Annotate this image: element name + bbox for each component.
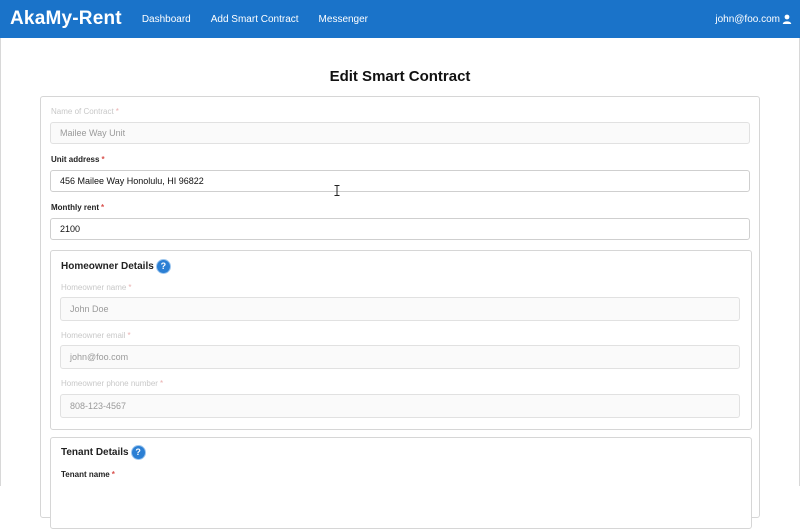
- nav-dashboard[interactable]: Dashboard: [142, 14, 191, 25]
- homeowner-details-section: Homeowner Details ? Homeowner name * John…: [50, 250, 752, 430]
- contract-name-label: Name of Contract *: [51, 107, 119, 116]
- contract-form-card: Name of Contract * Mailee Way Unit Unit a…: [40, 96, 760, 529]
- required-marker: *: [127, 331, 131, 340]
- question-circle-icon[interactable]: ?: [156, 260, 170, 273]
- homeowner-details-title: Homeowner Details ?: [61, 260, 170, 273]
- homeowner-email-label: Homeowner email *: [61, 331, 131, 340]
- question-circle-icon[interactable]: ?: [131, 446, 145, 459]
- homeowner-email-field: john@foo.com: [60, 345, 740, 369]
- top-navbar: AkaMy-Rent Dashboard Add Smart Contract …: [0, 0, 800, 38]
- tenant-details-section: Tenant Details ? Tenant name *: [50, 437, 752, 529]
- user-icon: [782, 14, 792, 24]
- page-title: Edit Smart Contract: [329, 68, 471, 85]
- required-marker: *: [101, 155, 105, 164]
- text-cursor-icon: [334, 185, 340, 196]
- homeowner-name-label: Homeowner name *: [61, 283, 132, 292]
- required-marker: *: [101, 203, 105, 212]
- nav-messenger[interactable]: Messenger: [319, 14, 368, 25]
- required-marker: *: [111, 470, 115, 479]
- user-menu[interactable]: john@foo.com: [715, 0, 792, 38]
- required-marker: *: [115, 107, 119, 116]
- brand-logo[interactable]: AkaMy-Rent: [10, 8, 122, 30]
- tenant-name-label: Tenant name *: [61, 470, 115, 479]
- homeowner-phone-field: 808-123-4567: [60, 394, 740, 418]
- required-marker: *: [128, 283, 132, 292]
- monthly-rent-field[interactable]: 2100: [50, 218, 750, 240]
- nav-add-smart-contract[interactable]: Add Smart Contract: [211, 14, 299, 25]
- required-marker: *: [159, 379, 164, 388]
- homeowner-name-field: John Doe: [60, 297, 740, 321]
- page-content: Edit Smart Contract Name of Contract * Ma…: [0, 38, 800, 529]
- user-email: john@foo.com: [715, 13, 780, 25]
- contract-name-field: Mailee Way Unit: [50, 122, 750, 144]
- homeowner-phone-label: Homeowner phone number *: [61, 379, 164, 388]
- unit-address-label: Unit address *: [51, 155, 105, 164]
- monthly-rent-label: Monthly rent *: [51, 203, 105, 212]
- unit-address-field[interactable]: 456 Mailee Way Honolulu, HI 96822: [50, 170, 750, 192]
- tenant-details-title: Tenant Details ?: [61, 446, 145, 459]
